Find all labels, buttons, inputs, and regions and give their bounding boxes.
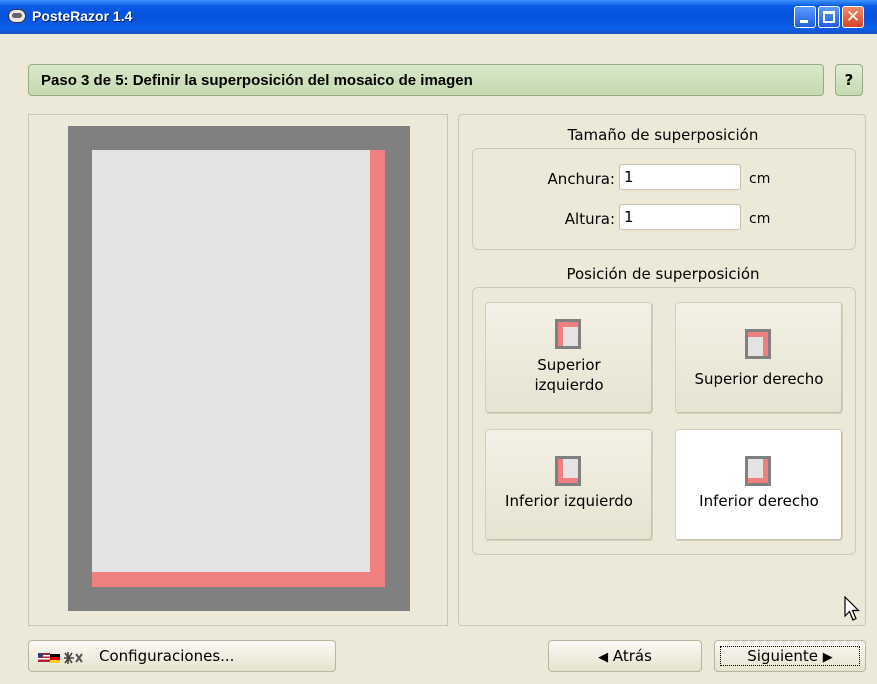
arrow-left-icon: ◀: [598, 650, 609, 665]
width-unit: cm: [749, 171, 771, 187]
position-bottom-left-button[interactable]: Inferior izquierdo: [485, 429, 653, 541]
top-left-label-line2: izquierdo: [534, 376, 604, 394]
overlap-position-group: Superior izquierdo Superior derecho Infe…: [472, 287, 856, 555]
overlap-preview: [28, 114, 448, 626]
height-unit: cm: [749, 211, 771, 227]
position-top-right-button[interactable]: Superior derecho: [675, 302, 843, 414]
top-right-position-icon: [745, 329, 771, 359]
top-left-position-icon: [555, 319, 581, 349]
bottom-left-position-icon: [555, 456, 581, 486]
mouse-cursor-icon: [844, 596, 860, 621]
step-title: Paso 3 de 5: Definir la superposición de…: [41, 72, 473, 89]
width-input[interactable]: [619, 164, 741, 190]
overlap-size-label: Tamaño de superposición: [567, 126, 759, 144]
preview-tile-area: [92, 150, 370, 572]
position-top-left-button[interactable]: Superior izquierdo: [485, 302, 653, 414]
bottom-left-label: Inferior izquierdo: [505, 492, 633, 510]
height-input[interactable]: [619, 204, 741, 230]
back-button[interactable]: ◀ Atrás: [548, 640, 702, 672]
minimize-icon: [800, 20, 808, 23]
height-label: Altura:: [564, 210, 615, 228]
step-header: Paso 3 de 5: Definir la superposición de…: [28, 64, 824, 96]
settings-label: Configuraciones...: [99, 647, 235, 665]
overlap-size-group: Anchura: cm Altura: cm: [472, 148, 856, 250]
maximize-button[interactable]: [818, 6, 840, 28]
back-label: Atrás: [612, 647, 652, 665]
help-button[interactable]: ?: [835, 64, 863, 96]
title-bar: PosteRazor 1.4 ✕: [0, 0, 877, 34]
next-button[interactable]: Siguiente ▶: [714, 640, 866, 672]
window-title: PosteRazor 1.4: [32, 8, 133, 24]
top-right-label: Superior derecho: [694, 370, 824, 388]
overlap-position-label: Posición de superposición: [566, 265, 760, 283]
app-icon[interactable]: [8, 9, 26, 23]
settings-button[interactable]: Configuraciones...: [28, 640, 336, 672]
minimize-button[interactable]: [794, 6, 816, 28]
close-button[interactable]: ✕: [842, 6, 864, 28]
bottom-right-position-icon: [745, 456, 771, 486]
bottom-right-label: Inferior derecho: [699, 492, 819, 510]
position-bottom-right-button[interactable]: Inferior derecho: [675, 429, 843, 541]
maximize-icon: [823, 11, 835, 23]
close-icon: ✕: [845, 7, 861, 27]
help-icon: ?: [844, 71, 854, 89]
width-label: Anchura:: [547, 170, 615, 188]
top-left-label-line1: Superior: [537, 356, 601, 374]
flags-icon: [38, 652, 83, 664]
